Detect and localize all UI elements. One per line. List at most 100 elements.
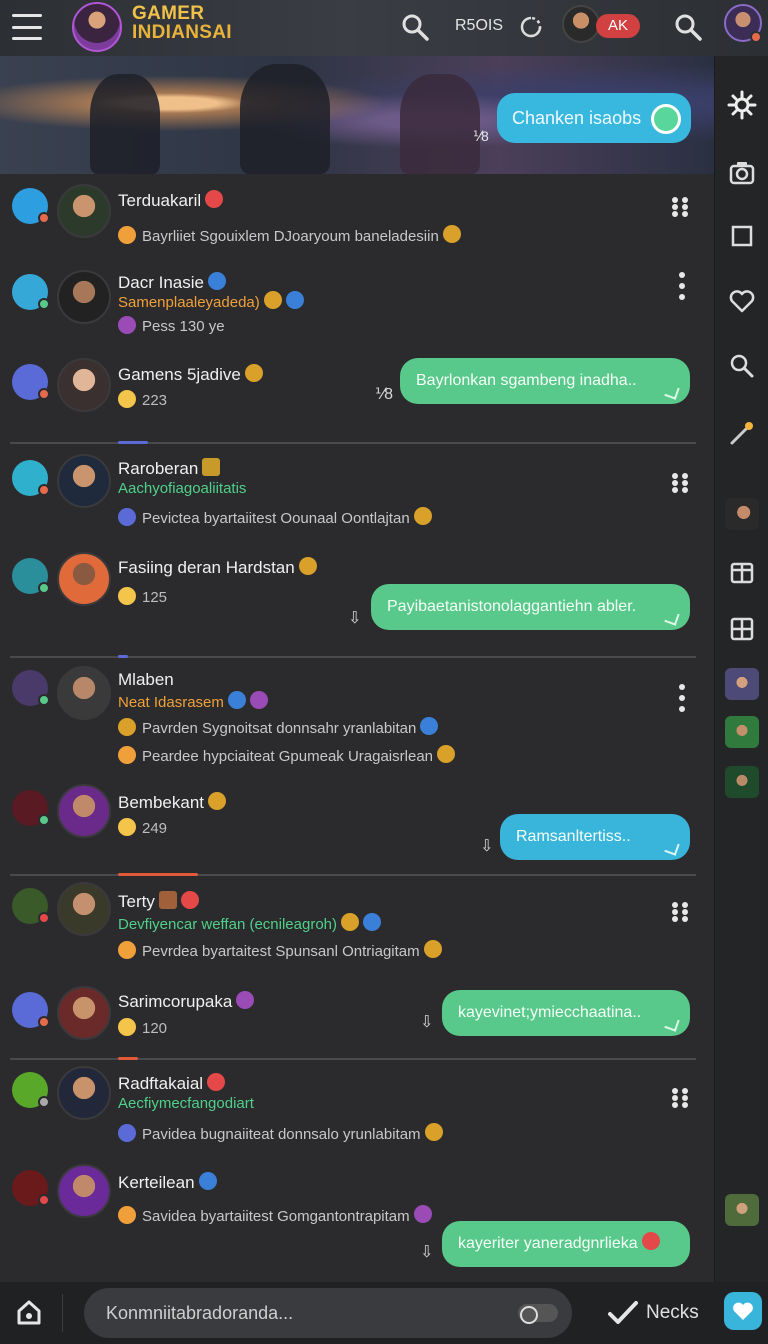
chat-bubble[interactable]: kayevinet;ymiecchaatina.. (442, 990, 690, 1036)
sync-icon[interactable] (518, 14, 544, 40)
search-icon[interactable] (400, 12, 430, 42)
home-icon[interactable] (14, 1297, 44, 1327)
more-options-icon[interactable] (672, 272, 692, 300)
avatar[interactable] (57, 552, 111, 606)
chat-bubble[interactable]: Bayrlonkan sgambeng inadha.. (400, 358, 690, 404)
search-icon[interactable] (673, 12, 703, 42)
coin-icon (118, 718, 136, 736)
more-options-icon[interactable] (672, 1088, 688, 1108)
avatar[interactable] (57, 666, 111, 720)
status-dot (38, 1096, 50, 1108)
rank-badge (205, 190, 224, 208)
user-badge[interactable]: AK (596, 14, 641, 38)
avatar[interactable] (57, 784, 111, 838)
camera-icon[interactable] (727, 158, 757, 188)
status-dot (750, 31, 762, 43)
rank-badge (202, 458, 221, 476)
more-options-icon[interactable] (672, 684, 692, 712)
avatar[interactable] (57, 270, 111, 324)
coin-icon (437, 745, 455, 763)
avatar[interactable] (57, 358, 111, 412)
square-icon[interactable] (727, 221, 757, 251)
more-options-icon[interactable] (672, 473, 688, 493)
brand-title: GAMER INDIANSAI (132, 4, 232, 42)
toggle-switch[interactable] (518, 1304, 558, 1324)
username[interactable]: Kerteilean (118, 1172, 217, 1193)
username[interactable]: Raroberan (118, 458, 221, 479)
banner-figure (90, 74, 160, 174)
username[interactable]: Dacr Inasie (118, 272, 226, 293)
read-receipt-icon (664, 384, 680, 400)
more-options-icon[interactable] (672, 902, 688, 922)
user-avatar[interactable] (562, 5, 600, 43)
coin-icon (413, 507, 432, 525)
avatar[interactable] (57, 882, 111, 936)
status-dot (38, 912, 50, 924)
wand-icon[interactable] (727, 418, 757, 448)
brand-avatar[interactable] (72, 2, 122, 52)
status-dot (38, 484, 50, 496)
reaction-count: 223 (118, 390, 167, 409)
settings-icon[interactable] (727, 90, 757, 120)
pin-icon: ⇩ (348, 610, 362, 627)
chat-bubble[interactable]: kayeriter yaneradgnrlieka (442, 1221, 690, 1267)
gem-icon (236, 991, 255, 1009)
status-dot (38, 582, 50, 594)
layout-icon[interactable] (727, 558, 757, 588)
verified-icon (420, 717, 439, 735)
username[interactable]: Bembekant (118, 792, 226, 813)
coin-icon (341, 913, 360, 931)
rail-thumbnail[interactable] (725, 716, 759, 748)
post-meta: Pevrdea byartaitest Spunsanl Ontriagitam (118, 940, 442, 960)
search-icon[interactable] (727, 351, 757, 381)
username[interactable]: Radftakaial (118, 1073, 226, 1094)
coin-icon (244, 364, 263, 382)
chat-bubble[interactable]: Ramsanltertiss.. (500, 814, 690, 860)
username[interactable]: Terduakaril (118, 190, 224, 211)
avatar[interactable] (57, 986, 111, 1040)
rail-thumbnail[interactable] (725, 668, 759, 700)
avatar[interactable] (57, 1164, 111, 1218)
emoji-icon (118, 587, 136, 605)
rail-thumbnail[interactable] (725, 766, 759, 798)
avatar[interactable] (57, 454, 111, 508)
username[interactable]: Mlaben (118, 670, 174, 690)
heart-icon[interactable] (727, 286, 757, 316)
heart-button[interactable] (724, 1292, 762, 1330)
section-divider (10, 441, 696, 444)
username[interactable]: Sarimcorupaka (118, 991, 255, 1012)
banner-figure (400, 74, 480, 174)
message-input[interactable] (84, 1288, 572, 1338)
username[interactable]: Fasiing deran Hardstan (118, 557, 317, 578)
brand-line-1: GAMER (132, 3, 205, 24)
pin-icon: ⇩ (420, 1014, 434, 1031)
menu-icon[interactable] (12, 14, 42, 40)
username[interactable]: Gamens 5jadive (118, 364, 263, 385)
rail-thumbnail[interactable] (725, 498, 759, 530)
bottom-label[interactable]: Necks (646, 1302, 699, 1324)
pin-icon: ⇩ (420, 1244, 434, 1261)
post-meta: Pess 130 ye (118, 316, 225, 335)
coin-icon (298, 557, 317, 575)
username[interactable]: Terty (118, 891, 199, 912)
user-subtitle: Aachyofiagoaliitatis (118, 480, 247, 497)
avatar[interactable] (57, 184, 111, 238)
post-meta: Peardee hypciaiteat Gpumeak Uragaisrlean (118, 745, 455, 765)
user-subtitle: Devfiyencar weffan (ecnileagroh) (118, 913, 382, 933)
section-divider (10, 655, 696, 658)
avatar[interactable] (57, 1066, 111, 1120)
reaction-count: 120 (118, 1018, 167, 1037)
lightning-icon (208, 792, 226, 810)
post-meta: Pavrden Sygnoitsat donnsahr yranlabitan (118, 717, 439, 737)
rank-badge (180, 891, 199, 909)
chat-bubble[interactable]: Payibaetanistonolaggantiehn abler. (371, 584, 690, 630)
rail-thumbnail[interactable] (725, 1194, 759, 1226)
globe-icon (118, 508, 136, 526)
post-meta: Savidea byartaiitest Gomgantontrapitam (118, 1205, 432, 1225)
coin-icon (442, 225, 461, 243)
banner-chat-bubble[interactable]: Chanken isaobs (497, 93, 691, 143)
check-icon[interactable] (606, 1298, 640, 1328)
more-options-icon[interactable] (672, 197, 688, 217)
app: GAMER INDIANSAI R5OIS AK ⅟8 Chanken isao… (0, 0, 768, 1344)
grid-icon[interactable] (727, 614, 757, 644)
